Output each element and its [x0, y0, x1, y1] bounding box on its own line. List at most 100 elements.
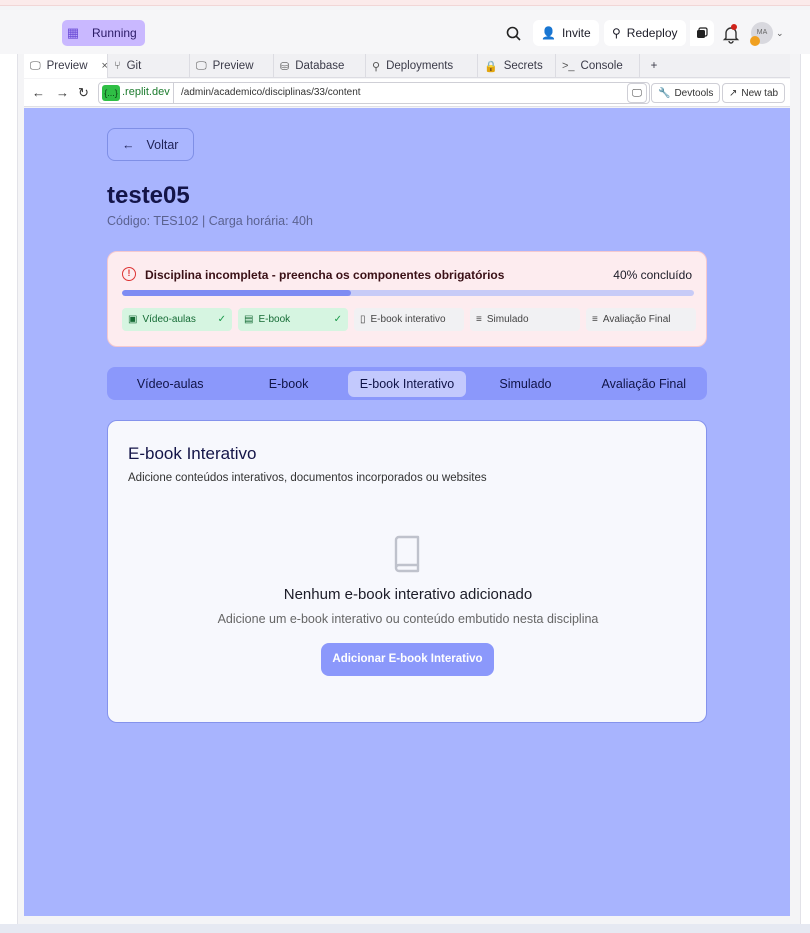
chip-avaliacao-final: ≡ Avaliação Final [586, 308, 696, 331]
list-icon: ≡ [476, 314, 482, 325]
chip-ebook: ▤ E-book ✓ [238, 308, 348, 331]
tab-preview-active[interactable]: 🖵 Preview × [24, 54, 108, 78]
tab-avaliacao-final[interactable]: Avaliação Final [585, 371, 703, 397]
search-icon[interactable] [504, 24, 524, 44]
empty-state-subtitle: Adicione um e-book interativo ou conteúd… [217, 612, 599, 626]
check-circle-icon: ✓ [333, 314, 342, 325]
chip-label: Simulado [486, 314, 529, 325]
file-icon: ▤ [244, 314, 254, 325]
page-title: teste05 [107, 182, 190, 209]
external-link-icon: ↗ [729, 87, 738, 99]
progress-bar [122, 290, 694, 296]
alert-circle-icon: ! [122, 267, 136, 281]
tab-deployments[interactable]: ⚲ Deployments [366, 54, 478, 78]
workspace-topbar: ▦ Running 👤 Invite ⚲ Redeploy MA ⌄ [0, 10, 810, 54]
chip-label: Avaliação Final [602, 314, 671, 325]
tab-label: Git [126, 60, 142, 72]
tab-video-aulas[interactable]: Vídeo-aulas [111, 371, 229, 397]
back-button[interactable]: ← Voltar [107, 128, 194, 161]
browser-tabs: 🖵 Preview × ⑂ Git 🖵 Preview ⛁ Database ⚲… [24, 54, 790, 78]
deploy-icon: ⚲ [612, 26, 621, 40]
tab-ebook-interativo[interactable]: E-book Interativo [347, 370, 467, 397]
completion-percent: 40% concluído [613, 268, 692, 282]
new-tab-button[interactable]: + [640, 54, 668, 78]
chip-label: E-book interativo [370, 314, 446, 325]
tab-label: Console [580, 60, 623, 72]
forward-arrow-icon[interactable]: → [56, 85, 69, 100]
tab-secrets[interactable]: 🔒 Secrets [478, 54, 556, 78]
repl-badge: {...} [102, 85, 120, 101]
chevron-down-icon[interactable]: ⌄ [776, 28, 784, 39]
url-field[interactable]: {...} .replit.dev /admin/academico/disci… [98, 82, 650, 104]
terminal-icon: >_ [562, 60, 575, 72]
tab-database[interactable]: ⛁ Database [274, 54, 366, 78]
ebook-interativo-card: E-book Interativo Adicione conteúdos int… [107, 420, 707, 723]
redeploy-label: Redeploy [626, 26, 678, 40]
back-arrow-icon[interactable]: ← [32, 85, 45, 100]
monitor-icon: 🖵 [196, 59, 207, 72]
tab-label: Deployments [386, 60, 454, 72]
add-ebook-interativo-button[interactable]: Adicionar E-book Interativo [321, 643, 494, 676]
list-icon: ≡ [592, 314, 598, 325]
lock-icon: 🔒 [484, 60, 498, 73]
tab-label: Database [295, 60, 345, 72]
tab-console[interactable]: >_ Console [556, 54, 640, 78]
bottom-strip [0, 924, 810, 933]
git-icon: ⑂ [114, 60, 121, 72]
app-viewport: ← Voltar teste05 Código: TES102 | Carga … [24, 108, 790, 916]
url-divider [173, 83, 174, 103]
chip-ebook-interativo: ▯ E-book interativo [354, 308, 464, 331]
arrow-left-icon: ← [122, 137, 135, 152]
tab-label: Preview [46, 60, 88, 72]
devtools-label: Devtools [674, 87, 714, 99]
tab-label: Preview [212, 60, 254, 72]
run-icon[interactable]: ▦ [62, 20, 84, 46]
video-icon: ▣ [128, 314, 138, 325]
run-button[interactable]: Running [84, 20, 145, 46]
progress-fill [122, 290, 351, 296]
deploy-icon: ⚲ [372, 60, 381, 73]
newtab-label: New tab [741, 87, 779, 99]
chip-simulado: ≡ Simulado [470, 308, 580, 331]
address-bar-row: ← → ↻ {...} .replit.dev /admin/academico… [24, 79, 790, 107]
monitor-icon: 🖵 [30, 59, 41, 72]
device-toggle-button[interactable]: 🖵 [627, 83, 647, 103]
reload-icon[interactable]: ↻ [78, 85, 89, 101]
url-host: .replit.dev [122, 86, 170, 98]
tab-preview[interactable]: 🖵 Preview [190, 54, 274, 78]
book-icon: ▯ [360, 314, 366, 325]
devtools-button[interactable]: 🔧 Devtools [651, 83, 721, 103]
close-icon[interactable]: × [102, 60, 108, 72]
tab-label: Secrets [503, 60, 543, 72]
back-label: Voltar [146, 137, 179, 152]
left-panel [0, 54, 18, 924]
content-tabs: Vídeo-aulas E-book E-book Interativo Sim… [107, 367, 707, 400]
monitor-icon: 🖵 [632, 87, 642, 99]
chip-video-aulas: ▣ Vídeo-aulas ✓ [122, 308, 232, 331]
redeploy-button[interactable]: ⚲ Redeploy [604, 20, 686, 46]
completion-alert: ! Disciplina incompleta - preencha os co… [107, 251, 707, 347]
plus-icon: + [650, 60, 658, 72]
top-strip [0, 0, 810, 6]
wrench-icon: 🔧 [658, 87, 671, 99]
invite-button[interactable]: 👤 Invite [533, 20, 599, 46]
component-chips: ▣ Vídeo-aulas ✓ ▤ E-book ✓ ▯ E-book inte… [122, 308, 696, 331]
notification-dot [731, 24, 737, 30]
card-title: E-book Interativo [128, 444, 257, 463]
chip-label: E-book [258, 314, 291, 325]
tab-git[interactable]: ⑂ Git [108, 54, 190, 78]
database-icon: ⛁ [280, 60, 290, 73]
new-tab-open-button[interactable]: ↗ New tab [722, 83, 786, 103]
deploy-options-button[interactable] [690, 20, 714, 46]
url-path: /admin/academico/disciplinas/33/content [181, 87, 361, 98]
right-panel [800, 54, 810, 924]
add-user-icon: 👤 [541, 26, 556, 40]
empty-state-title: Nenhum e-book interativo adicionado [283, 586, 533, 603]
avatar-badge [750, 36, 760, 46]
page-subtitle: Código: TES102 | Carga horária: 40h [107, 214, 313, 228]
book-icon [394, 535, 420, 573]
tab-simulado[interactable]: Simulado [466, 371, 584, 397]
invite-label: Invite [561, 26, 591, 40]
tab-ebook[interactable]: E-book [229, 371, 347, 397]
check-circle-icon: ✓ [217, 314, 226, 325]
